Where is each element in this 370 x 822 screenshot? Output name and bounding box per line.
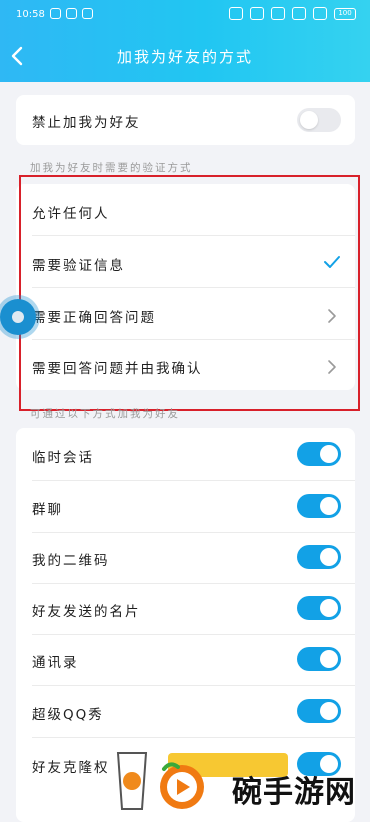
notification-icons	[50, 8, 93, 19]
toggle-knob	[300, 111, 318, 129]
watermark-text: 碗手游网	[232, 775, 356, 810]
source-label: 临时会话	[32, 450, 94, 466]
divider	[32, 634, 355, 635]
block-label: 禁止加我为好友	[32, 115, 141, 131]
floating-assist-button[interactable]	[0, 299, 36, 335]
app-notification-icon	[82, 8, 93, 19]
status-bar: 10:58 100	[0, 0, 370, 30]
toggle-knob	[320, 548, 338, 566]
divider	[32, 532, 355, 533]
app-notification-icon	[66, 8, 77, 19]
toggle-knob	[320, 702, 338, 720]
source-label: 通讯录	[32, 655, 79, 671]
signal-icon	[292, 7, 306, 20]
verify-section-header: 加我为好友时需要的验证方式	[30, 162, 193, 174]
source-label: 群聊	[32, 502, 63, 518]
source-label: 我的二维码	[32, 553, 110, 569]
source-toggle[interactable]	[297, 442, 341, 466]
alarm-icon	[250, 7, 264, 20]
watermark-badge-icon	[116, 752, 148, 810]
source-label: 超级QQ秀	[32, 707, 104, 723]
sources-section-header: 可通过以下方式加我为好友	[30, 408, 180, 420]
source-toggle[interactable]	[297, 545, 341, 569]
toggle-knob	[320, 650, 338, 668]
block-toggle[interactable]	[297, 108, 341, 132]
battery-icon: 100	[334, 7, 356, 20]
top-bar: 10:58 100 加我为好友的方式	[0, 0, 370, 82]
source-toggle[interactable]	[297, 647, 341, 671]
watermark: 碗手游网	[112, 745, 370, 822]
block-card: 禁止加我为好友	[16, 95, 355, 145]
silent-icon	[229, 7, 243, 20]
status-right-icons: 100	[229, 7, 356, 20]
toggle-knob	[320, 497, 338, 515]
toggle-knob	[320, 599, 338, 617]
divider	[32, 480, 355, 481]
page-title: 加我为好友的方式	[116, 48, 253, 66]
status-time: 10:58	[16, 9, 45, 20]
divider	[32, 583, 355, 584]
highlight-box	[19, 175, 360, 411]
source-label: 好友发送的名片	[32, 604, 141, 620]
source-toggle[interactable]	[297, 596, 341, 620]
source-toggle[interactable]	[297, 699, 341, 723]
watermark-play-icon	[160, 762, 204, 809]
divider	[32, 737, 355, 738]
divider	[32, 685, 355, 686]
source-toggle[interactable]	[297, 494, 341, 518]
app-notification-icon	[50, 8, 61, 19]
toggle-knob	[320, 445, 338, 463]
signal-icon	[271, 7, 285, 20]
wifi-icon	[313, 7, 327, 20]
